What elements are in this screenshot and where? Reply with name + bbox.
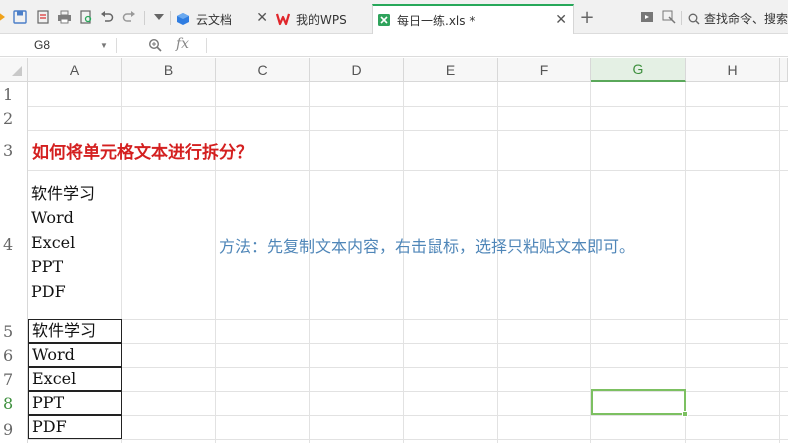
pin-icon[interactable] bbox=[661, 9, 677, 25]
window-icon[interactable] bbox=[639, 9, 655, 25]
cell-a4-line: Excel bbox=[31, 232, 76, 252]
wps-logo-icon bbox=[276, 13, 290, 26]
cell-a4-line: PDF bbox=[31, 281, 66, 301]
column-header-b[interactable]: B bbox=[122, 58, 216, 82]
function-icon[interactable]: fx bbox=[176, 36, 189, 52]
menu-arrow-icon[interactable] bbox=[0, 9, 10, 25]
command-search-label: 查找命令、搜索 bbox=[704, 12, 788, 26]
search-icon bbox=[688, 13, 700, 24]
select-all-corner[interactable] bbox=[0, 58, 28, 82]
print-preview-icon[interactable] bbox=[78, 9, 94, 25]
column-header-c[interactable]: C bbox=[216, 58, 310, 82]
tab-label: 每日一练.xls * bbox=[397, 13, 476, 28]
cell-a6[interactable]: Word bbox=[28, 343, 122, 367]
title-bar: 云文档 ✕ 我的WPS 每日一练.xls * ✕ + 查找命令、搜索 bbox=[0, 0, 788, 34]
spreadsheet-icon bbox=[378, 14, 390, 26]
column-header-d[interactable]: D bbox=[310, 58, 404, 82]
cell-a4-multiline[interactable]: 软件学习 Word Excel PPT PDF bbox=[31, 182, 95, 304]
close-icon[interactable]: ✕ bbox=[555, 13, 567, 27]
zoom-icon[interactable] bbox=[148, 38, 162, 55]
name-box[interactable]: G8 ▼ bbox=[0, 34, 116, 56]
row-header-6[interactable]: 6 bbox=[0, 343, 28, 367]
cell-a3-title[interactable]: 如何将单元格文本进行拆分？ bbox=[32, 138, 253, 163]
row-header-7[interactable]: 7 bbox=[0, 367, 28, 391]
cell-a8[interactable]: PPT bbox=[28, 391, 122, 415]
tab-label: 我的WPS bbox=[296, 12, 347, 27]
row-header-2[interactable]: 2 bbox=[0, 106, 28, 130]
new-tab-plus-icon[interactable]: + bbox=[578, 7, 596, 28]
cell-a7[interactable]: Excel bbox=[28, 367, 122, 391]
cell-a5[interactable]: 软件学习 bbox=[28, 319, 122, 343]
print-icon[interactable] bbox=[56, 9, 72, 25]
tab-cloud-docs[interactable]: 云文档 ✕ bbox=[176, 4, 272, 34]
cloud-doc-icon bbox=[177, 13, 189, 25]
row-header-4[interactable]: 4 bbox=[0, 170, 28, 319]
cell-a9[interactable]: PDF bbox=[28, 415, 122, 439]
formula-input[interactable] bbox=[210, 34, 788, 56]
selected-cell-g8[interactable] bbox=[591, 389, 686, 415]
column-header-f[interactable]: F bbox=[498, 58, 591, 82]
close-icon[interactable]: ✕ bbox=[256, 11, 268, 25]
cell-a4-line: Word bbox=[31, 208, 74, 228]
column-header-g[interactable]: G bbox=[591, 58, 686, 82]
row-header-1[interactable]: 1 bbox=[0, 82, 28, 106]
tab-label: 云文档 bbox=[196, 12, 233, 27]
column-header-i[interactable] bbox=[780, 58, 788, 82]
command-search[interactable]: 查找命令、搜索 bbox=[688, 10, 788, 27]
name-box-value: G8 bbox=[34, 38, 51, 52]
row-header-8[interactable]: 8 bbox=[0, 391, 28, 415]
chevron-down-icon[interactable]: ▼ bbox=[100, 41, 108, 50]
cell-a4-line: 软件学习 bbox=[31, 184, 96, 203]
cell-c4-method-note[interactable]: 方法：先复制文本内容，右击鼠标，选择只粘贴文本即可。 bbox=[219, 233, 635, 257]
redo-icon[interactable] bbox=[121, 9, 137, 25]
row-header-3[interactable]: 3 bbox=[0, 130, 28, 170]
column-header-a[interactable]: A bbox=[28, 58, 122, 82]
fill-handle[interactable] bbox=[682, 411, 688, 417]
tab-my-wps[interactable]: 我的WPS bbox=[276, 4, 372, 34]
quick-access-dropdown-icon[interactable] bbox=[151, 9, 167, 25]
tab-active-spreadsheet[interactable]: 每日一练.xls * ✕ bbox=[372, 4, 574, 34]
row-header-5[interactable]: 5 bbox=[0, 319, 28, 343]
row-header-9[interactable]: 9 bbox=[0, 415, 28, 443]
save-icon[interactable] bbox=[12, 9, 28, 25]
column-header-h[interactable]: H bbox=[686, 58, 780, 82]
export-pdf-icon[interactable] bbox=[35, 9, 51, 25]
undo-icon[interactable] bbox=[99, 9, 115, 25]
formula-bar: G8 ▼ fx bbox=[0, 34, 788, 57]
column-header-e[interactable]: E bbox=[404, 58, 498, 82]
cell-a4-line: PPT bbox=[31, 257, 64, 277]
